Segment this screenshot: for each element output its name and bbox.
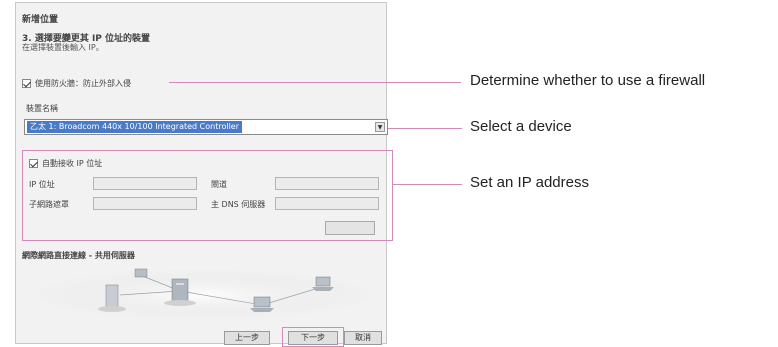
device-select[interactable]: 乙太 1: Broadcom 440x 10/100 Integrated Co… xyxy=(24,119,388,135)
subnet-mask-field[interactable] xyxy=(93,197,197,210)
gateway-label: 閘道 xyxy=(211,180,227,189)
auto-ip-label: 自動接收 IP 位址 xyxy=(42,159,103,168)
subnet-mask-label: 子網路遮罩 xyxy=(29,200,69,209)
diagram-glow xyxy=(27,269,377,319)
primary-dns-label: 主 DNS 伺服器 xyxy=(211,200,266,209)
prev-button[interactable]: 上一步 xyxy=(224,331,270,345)
firewall-checkbox[interactable] xyxy=(22,79,31,88)
device-callout: Select a device xyxy=(470,118,572,135)
cancel-button[interactable]: 取消 xyxy=(344,331,382,345)
device-name-label: 裝置名稱 xyxy=(26,104,58,113)
ip-callout: Set an IP address xyxy=(470,174,589,191)
next-button[interactable]: 下一步 xyxy=(288,331,338,345)
dialog-title: 新增位置 xyxy=(22,15,59,25)
new-location-dialog: 新增位置 3. 選擇要變更其 IP 位址的裝置 在選擇裝置後輸入 IP。 使用防… xyxy=(15,2,393,347)
ip-address-field[interactable] xyxy=(93,177,197,190)
firewall-callout: Determine whether to use a firewall xyxy=(470,72,706,89)
gateway-field[interactable] xyxy=(275,177,379,190)
chevron-down-icon[interactable]: ▼ xyxy=(375,122,385,132)
step-subtitle: 在選擇裝置後輸入 IP。 xyxy=(22,43,104,52)
ip-callout-line xyxy=(392,184,462,185)
device-callout-line xyxy=(388,128,462,129)
router-icon xyxy=(134,268,148,278)
network-diagram xyxy=(27,268,377,319)
firewall-option[interactable]: 使用防火牆：防止外部入侵 xyxy=(22,78,131,89)
device-select-value: 乙太 1: Broadcom 440x 10/100 Integrated Co… xyxy=(27,121,242,133)
apply-button[interactable] xyxy=(325,221,375,235)
primary-dns-field[interactable] xyxy=(275,197,379,210)
auto-ip-checkbox[interactable] xyxy=(29,159,38,168)
ip-settings-group: 自動接收 IP 位址 IP 位址 閘道 子網路遮罩 主 DNS 伺服器 xyxy=(22,150,393,241)
ip-address-label: IP 位址 xyxy=(29,180,55,189)
firewall-callout-line xyxy=(169,82,461,83)
firewall-label: 使用防火牆：防止外部入侵 xyxy=(35,79,131,88)
network-diagram-title: 網際網路直接連線 - 共用伺服器 xyxy=(22,251,135,260)
auto-ip-option[interactable]: 自動接收 IP 位址 xyxy=(29,158,102,169)
